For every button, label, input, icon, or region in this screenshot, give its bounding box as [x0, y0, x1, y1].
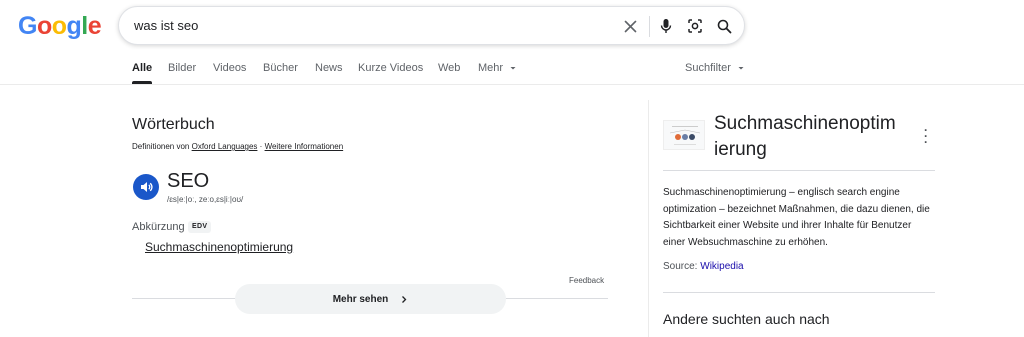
close-icon[interactable] [621, 17, 639, 35]
lens-icon[interactable] [686, 17, 704, 35]
more-button[interactable]: Mehr sehen [235, 284, 506, 314]
kp-source: Source: Wikipedia [663, 261, 744, 272]
dictionary-title: Wörterbuch [132, 116, 215, 133]
chevron-right-icon [400, 295, 408, 304]
tab-news[interactable]: News [315, 62, 343, 74]
dictionary-source: Definitionen von Oxford Languages · Weit… [132, 142, 343, 151]
logo-letter: G [18, 12, 37, 40]
wikipedia-link[interactable]: Wikipedia [700, 261, 743, 272]
source-separator: · [259, 142, 263, 151]
tab-mehr[interactable]: Mehr [478, 62, 517, 74]
logo-letter: o [36, 12, 52, 40]
kp-title-line: ierung [714, 139, 767, 160]
tools-button[interactable]: Suchfilter [685, 62, 745, 74]
search-input[interactable]: was ist seo [134, 18, 198, 33]
source-prefix: Definitionen von [132, 142, 190, 151]
search-icon[interactable] [715, 17, 733, 35]
caret-down-icon [738, 67, 744, 70]
search-divider [649, 16, 650, 37]
more-info-link[interactable]: Weitere Informationen [265, 142, 344, 151]
caret-down-icon [510, 67, 516, 70]
knowledge-panel-image[interactable] [663, 120, 705, 150]
panel-divider [648, 100, 649, 337]
feedback-link[interactable]: Feedback [569, 276, 604, 285]
search-tabs: Alle Bilder Videos Bücher News Kurze Vid… [0, 62, 1024, 84]
tab-web[interactable]: Web [438, 62, 460, 74]
logo-letter: o [51, 12, 67, 40]
tab-videos[interactable]: Videos [213, 62, 246, 74]
logo-letter: g [66, 12, 82, 40]
definition-link[interactable]: Suchmaschinenoptimierung [145, 240, 293, 254]
search-box[interactable]: was ist seo [118, 6, 745, 45]
tab-buecher[interactable]: Bücher [263, 62, 298, 74]
tab-mehr-label: Mehr [478, 62, 504, 74]
kp-divider [663, 292, 935, 293]
tab-bilder[interactable]: Bilder [168, 62, 196, 74]
logo-letter: e [87, 12, 102, 40]
kp-divider [663, 170, 935, 171]
more-options-icon[interactable]: · · · [924, 124, 928, 148]
google-logo[interactable]: Google [18, 12, 102, 41]
kp-source-label: Source: [663, 261, 698, 272]
knowledge-panel-description: Suchmaschinenoptimierung – englisch sear… [663, 187, 930, 248]
speaker-icon [141, 182, 153, 192]
more-button-label: Mehr sehen [332, 293, 389, 305]
oxford-languages-link[interactable]: Oxford Languages [192, 142, 258, 151]
tools-label: Suchfilter [685, 62, 731, 74]
tab-alle[interactable]: Alle [132, 62, 152, 74]
people-also-search-heading: Andere suchten auch nach [663, 311, 830, 327]
domain-badge: EDV [188, 221, 212, 233]
phonetic-text: /ɛs|eː|oː, zeːo,ɛs|iː|oʊ/ [167, 195, 244, 204]
microphone-icon[interactable] [657, 17, 675, 35]
pronounce-button[interactable] [133, 174, 159, 200]
knowledge-panel-title: Suchmaschinenoptim ierung [714, 111, 924, 163]
headword: SEO [167, 170, 210, 192]
header-divider [0, 84, 1024, 85]
kp-title-line: Suchmaschinenoptim [714, 113, 896, 134]
tab-kurze-videos[interactable]: Kurze Videos [358, 62, 423, 74]
word-class-label: Abkürzung [132, 221, 185, 233]
